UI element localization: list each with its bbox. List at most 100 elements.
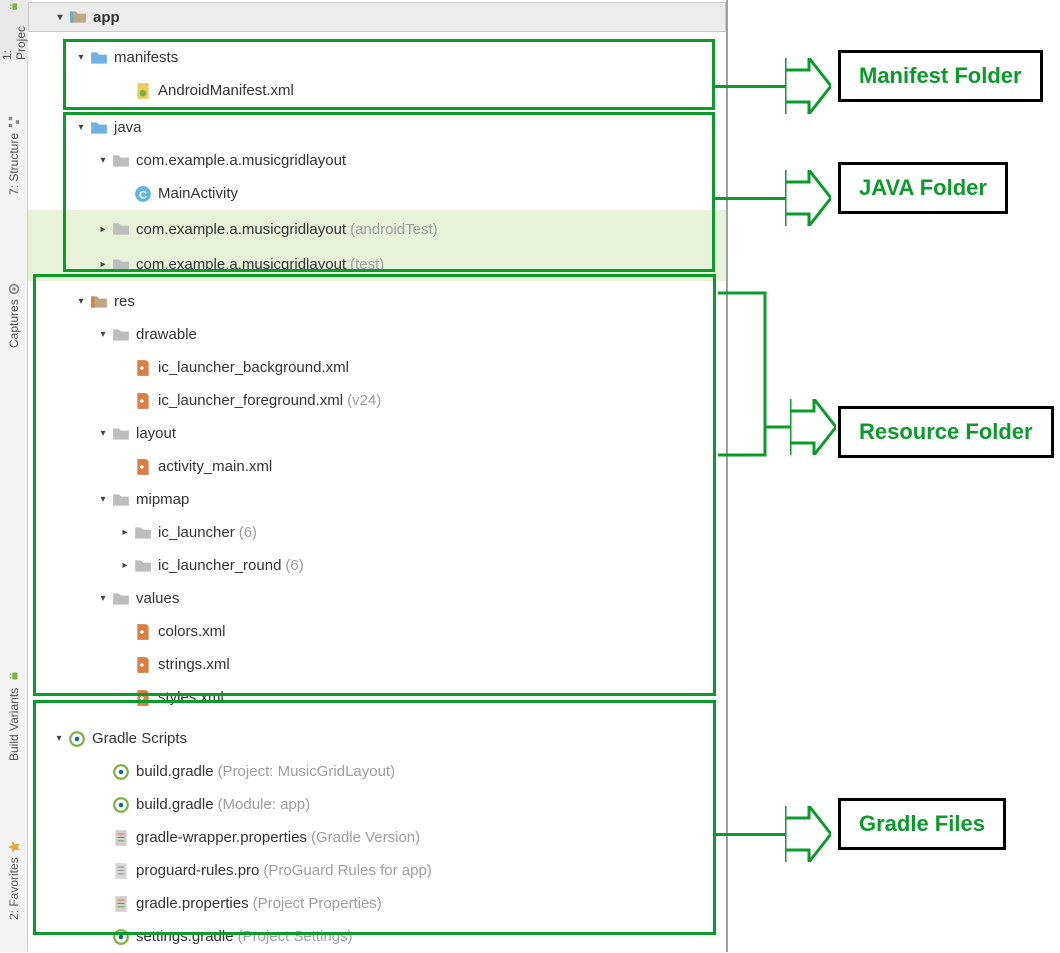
tree-label: ic_launcher_background.xml — [158, 359, 349, 376]
tree-hint: (Project Properties) — [253, 895, 382, 912]
tree-file-build-gradle-module[interactable]: ▾ build.gradle (Module: app) — [28, 788, 726, 821]
caret-down-icon[interactable]: ▾ — [94, 425, 112, 443]
tree-label: values — [136, 590, 179, 607]
class-icon — [134, 185, 152, 203]
android-icon — [8, 0, 21, 13]
tree-file-android-manifest[interactable]: ▾ AndroidManifest.xml — [28, 74, 726, 107]
gradle-icon — [112, 796, 130, 814]
tree-label: activity_main.xml — [158, 458, 272, 475]
tree-file-build-gradle-project[interactable]: ▾ build.gradle (Project: MusicGridLayout… — [28, 755, 726, 788]
tree-label: ic_launcher — [158, 524, 235, 541]
caret-down-icon[interactable]: ▾ — [72, 293, 90, 311]
folder-icon — [134, 524, 152, 542]
tree-label: gradle-wrapper.properties — [136, 829, 307, 846]
favorites-tab-label: 2: Favorites — [7, 858, 21, 921]
tree-node-layout[interactable]: ▾ layout — [28, 417, 726, 450]
tree-label: java — [114, 119, 142, 136]
caret-down-icon[interactable]: ▾ — [72, 49, 90, 67]
package-icon — [112, 220, 130, 238]
structure-tab[interactable]: 7: Structure — [0, 90, 28, 220]
tree-label: colors.xml — [158, 623, 226, 640]
tree-label: Gradle Scripts — [92, 730, 187, 747]
folder-icon — [134, 557, 152, 575]
caret-down-icon[interactable]: ▾ — [50, 730, 68, 748]
tree-file-launcher-fg[interactable]: ▾ ic_launcher_foreground.xml (v24) — [28, 384, 726, 417]
tree-hint: (v24) — [347, 392, 381, 409]
tree-node-gradle-scripts[interactable]: ▾ Gradle Scripts — [28, 722, 726, 755]
captures-tab[interactable]: Captures — [0, 260, 28, 370]
arrow-resource — [790, 399, 836, 455]
tree-node-package-androidtest[interactable]: ▸ com.example.a.musicgridlayout (android… — [28, 210, 726, 248]
tree-node-package-main[interactable]: ▾ com.example.a.musicgridlayout — [28, 144, 726, 177]
tree-file-colors[interactable]: ▾ colors.xml — [28, 615, 726, 648]
package-icon — [112, 152, 130, 170]
caret-right-icon[interactable]: ▸ — [116, 557, 134, 575]
tree-node-mipmap[interactable]: ▾ mipmap — [28, 483, 726, 516]
xml-file-icon — [134, 689, 152, 707]
tree-file-settings-gradle[interactable]: ▾ settings.gradle (Project Settings) — [28, 920, 726, 953]
caret-down-icon[interactable]: ▾ — [94, 590, 112, 608]
caret-right-icon[interactable]: ▸ — [94, 220, 112, 238]
caret-down-icon[interactable]: ▾ — [94, 326, 112, 344]
tree-file-gradle-wrapper-properties[interactable]: ▾ gradle-wrapper.properties (Gradle Vers… — [28, 821, 726, 854]
tree-label: build.gradle — [136, 796, 214, 813]
res-folder-icon — [90, 293, 108, 311]
xml-file-icon — [134, 359, 152, 377]
tree-label: proguard-rules.pro — [136, 862, 259, 879]
tree-label: gradle.properties — [136, 895, 249, 912]
tree-file-strings[interactable]: ▾ strings.xml — [28, 648, 726, 681]
text-file-icon — [112, 862, 130, 880]
xml-file-icon — [134, 623, 152, 641]
tree-label: ic_launcher_round — [158, 557, 281, 574]
caret-down-icon[interactable]: ▾ — [94, 491, 112, 509]
android-icon — [7, 669, 21, 683]
callout-manifest: Manifest Folder — [838, 50, 1043, 102]
tree-label: drawable — [136, 326, 197, 343]
xml-file-icon — [134, 656, 152, 674]
tree-node-ic-launcher-round[interactable]: ▸ ic_launcher_round (6) — [28, 549, 726, 582]
tree-node-package-test[interactable]: ▸ com.example.a.musicgridlayout (test) — [28, 248, 726, 281]
project-tab-label: 1: Projec — [0, 17, 28, 60]
tree-hint: (6) — [285, 557, 303, 574]
tree-file-activity-main[interactable]: ▾ activity_main.xml — [28, 450, 726, 483]
tree-root-app[interactable]: ▾ app — [28, 2, 726, 32]
favorites-tab[interactable]: 2: Favorites — [0, 820, 28, 940]
callout-gradle: Gradle Files — [838, 798, 1006, 850]
callout-java: JAVA Folder — [838, 162, 1008, 214]
tree-node-ic-launcher[interactable]: ▸ ic_launcher (6) — [28, 516, 726, 549]
caret-right-icon[interactable]: ▸ — [94, 256, 112, 274]
tree-label: app — [93, 9, 120, 26]
tree-file-proguard-rules[interactable]: ▾ proguard-rules.pro (ProGuard Rules for… — [28, 854, 726, 887]
tool-window-gutter: 1: Projec 7: Structure Captures Build Va… — [0, 0, 28, 952]
tree-hint: (Project: MusicGridLayout) — [218, 763, 396, 780]
caret-down-icon[interactable]: ▾ — [72, 119, 90, 137]
caret-down-icon[interactable]: ▾ — [94, 152, 112, 170]
build-variants-tab[interactable]: Build Variants — [0, 640, 28, 790]
tree-node-java[interactable]: ▾ java — [28, 111, 726, 144]
tree-file-styles[interactable]: ▾ styles.xml — [28, 681, 726, 714]
callout-label: Gradle Files — [859, 811, 985, 836]
tree-label: MainActivity — [158, 185, 238, 202]
tree-file-gradle-properties[interactable]: ▾ gradle.properties (Project Properties) — [28, 887, 726, 920]
tree-node-res[interactable]: ▾ res — [28, 285, 726, 318]
arrow-gradle — [715, 806, 831, 862]
tree-file-launcher-bg[interactable]: ▾ ic_launcher_background.xml — [28, 351, 726, 384]
tree-node-values[interactable]: ▾ values — [28, 582, 726, 615]
folder-icon — [112, 326, 130, 344]
tree-label: build.gradle — [136, 763, 214, 780]
project-tab[interactable]: 1: Projec — [0, 0, 28, 60]
tree-hint: (Module: app) — [218, 796, 311, 813]
arrow-java — [715, 170, 831, 226]
tree-label: layout — [136, 425, 176, 442]
folder-icon — [112, 425, 130, 443]
tree-node-manifests[interactable]: ▾ manifests — [28, 41, 726, 74]
tree-hint: (androidTest) — [350, 221, 438, 238]
captures-tab-label: Captures — [7, 300, 21, 349]
callout-label: Manifest Folder — [859, 63, 1022, 88]
tree-node-drawable[interactable]: ▾ drawable — [28, 318, 726, 351]
caret-right-icon[interactable]: ▸ — [116, 524, 134, 542]
caret-down-icon[interactable]: ▾ — [51, 8, 69, 26]
tree-file-main-activity[interactable]: ▾ MainActivity — [28, 177, 726, 210]
tree-label: mipmap — [136, 491, 189, 508]
callout-label: Resource Folder — [859, 419, 1033, 444]
